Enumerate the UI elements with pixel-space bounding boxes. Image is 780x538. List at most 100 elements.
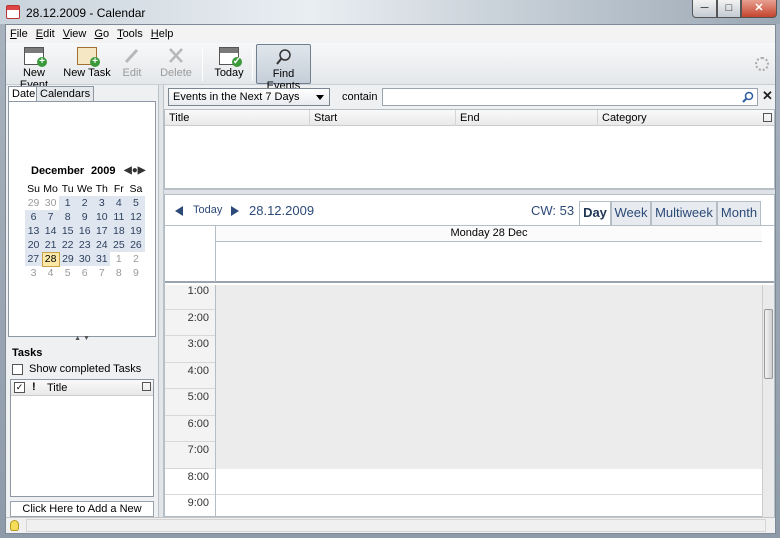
nav-today-link[interactable]: Today <box>193 204 222 216</box>
minimonth-day[interactable]: 2 <box>127 252 145 266</box>
next-day-icon[interactable] <box>231 206 239 216</box>
minimonth-day[interactable]: 7 <box>93 266 111 280</box>
hour-slot[interactable] <box>215 309 762 336</box>
day-column-label[interactable]: Monday 28 Dec <box>215 226 762 242</box>
delete-button[interactable]: Delete <box>156 44 196 84</box>
minimonth-day[interactable]: 22 <box>59 238 77 252</box>
completed-column-icon[interactable]: ✓ <box>14 382 25 393</box>
hour-slot[interactable] <box>215 495 762 518</box>
hour-row[interactable]: 8:00 <box>165 468 762 495</box>
all-day-area[interactable] <box>215 242 762 282</box>
tab-calendars[interactable]: Calendars <box>36 86 95 101</box>
new-event-button[interactable]: + New Event <box>8 44 60 91</box>
column-end[interactable]: End <box>456 110 598 126</box>
minimonth-day[interactable]: 3 <box>25 266 43 280</box>
title-bar[interactable]: 28.12.2009 - Calendar ─ □ ✕ <box>0 0 780 24</box>
column-start[interactable]: Start <box>310 110 456 126</box>
event-list[interactable]: Title Start End Category <box>164 109 775 189</box>
minimonth-day[interactable]: 29 <box>59 252 77 266</box>
today-button[interactable]: ✓ Today <box>209 44 249 84</box>
minimonth-day[interactable]: 21 <box>42 238 60 252</box>
hour-slot[interactable] <box>215 336 762 363</box>
minimonth-day[interactable]: 17 <box>93 224 111 238</box>
minimonth-day[interactable]: 27 <box>25 252 43 266</box>
new-task-button[interactable]: + New Task <box>62 44 112 84</box>
menu-go[interactable]: Go <box>90 25 113 43</box>
hour-slot[interactable] <box>215 389 762 416</box>
minimonth-day[interactable]: 24 <box>93 238 111 252</box>
title-column[interactable]: Title <box>47 382 67 394</box>
sidebar-scroll-arrows[interactable]: ▲ ▼ <box>8 335 156 343</box>
minimonth-day[interactable]: 12 <box>127 210 145 224</box>
event-filter-select[interactable]: Events in the Next 7 Days <box>168 88 330 106</box>
vertical-scrollbar[interactable] <box>762 285 774 518</box>
search-icon[interactable] <box>742 91 754 103</box>
menu-edit[interactable]: Edit <box>32 25 59 43</box>
minimonth-day[interactable]: 1 <box>110 252 128 266</box>
minimonth-day[interactable]: 28 <box>41 251 60 267</box>
minimonth-day[interactable]: 5 <box>127 196 145 210</box>
scrollbar-thumb[interactable] <box>764 309 773 379</box>
minimonth-day[interactable]: 19 <box>127 224 145 238</box>
priority-column[interactable]: ! <box>32 381 36 393</box>
minimonth-month[interactable]: December <box>31 165 84 177</box>
minimonth-day[interactable]: 2 <box>76 196 94 210</box>
minimonth-day[interactable]: 26 <box>127 238 145 252</box>
hour-row[interactable]: 1:00 <box>165 285 762 310</box>
tab-date[interactable]: Date <box>8 86 40 102</box>
minimonth-day[interactable]: 23 <box>76 238 94 252</box>
next-month-icon[interactable]: ▶ <box>138 165 146 176</box>
edit-button[interactable]: Edit <box>116 44 148 84</box>
checkbox-icon[interactable] <box>12 363 23 375</box>
minimonth-day[interactable]: 31 <box>93 252 111 266</box>
minimonth-day[interactable]: 3 <box>93 196 111 210</box>
column-category[interactable]: Category <box>598 110 758 126</box>
hour-slot[interactable] <box>215 362 762 389</box>
hour-row[interactable]: 6:00 <box>165 415 762 442</box>
hour-slot[interactable] <box>215 468 762 495</box>
tab-week[interactable]: Week <box>611 201 651 225</box>
column-picker-icon[interactable] <box>142 382 151 391</box>
minimonth-day[interactable]: 6 <box>76 266 94 280</box>
hour-slot[interactable] <box>215 285 762 310</box>
task-list[interactable]: ✓ ! Title <box>10 379 154 497</box>
search-input[interactable] <box>382 88 758 106</box>
minimonth-day[interactable]: 9 <box>127 266 145 280</box>
hour-row[interactable]: 4:00 <box>165 362 762 389</box>
minimonth-day[interactable]: 30 <box>76 252 94 266</box>
minimonth-day[interactable]: 14 <box>42 224 60 238</box>
minimonth-day[interactable]: 9 <box>76 210 94 224</box>
menu-help[interactable]: Help <box>147 25 178 43</box>
menu-file[interactable]: File <box>6 25 32 43</box>
minimonth-day[interactable]: 10 <box>93 210 111 224</box>
column-picker-icon[interactable] <box>763 113 772 122</box>
maximize-button[interactable]: □ <box>717 0 741 18</box>
minimonth-day[interactable]: 1 <box>59 196 77 210</box>
previous-day-icon[interactable] <box>175 206 183 216</box>
minimonth-day[interactable]: 16 <box>76 224 94 238</box>
hour-row[interactable]: 9:00 <box>165 495 762 518</box>
hour-row[interactable]: 7:00 <box>165 442 762 469</box>
close-search-icon[interactable]: ✕ <box>762 88 773 104</box>
tab-multiweek[interactable]: Multiweek <box>651 201 717 225</box>
minimonth-day[interactable]: 15 <box>59 224 77 238</box>
minimonth-day[interactable]: 29 <box>25 196 43 210</box>
hour-slot[interactable] <box>215 415 762 442</box>
minimonth-day[interactable]: 30 <box>42 196 60 210</box>
hour-row[interactable]: 3:00 <box>165 336 762 363</box>
minimonth-year[interactable]: 2009 <box>91 165 115 177</box>
minimonth-day[interactable]: 7 <box>42 210 60 224</box>
minimonth-day[interactable]: 25 <box>110 238 128 252</box>
menu-view[interactable]: View <box>59 25 91 43</box>
minimonth-day[interactable]: 20 <box>25 238 43 252</box>
column-title[interactable]: Title <box>165 110 310 126</box>
prev-month-icon[interactable]: ◀ <box>124 165 132 176</box>
minimonth-day[interactable]: 13 <box>25 224 43 238</box>
minimize-button[interactable]: ─ <box>692 0 717 18</box>
find-events-button[interactable]: Find Events <box>256 44 311 92</box>
minimonth-day[interactable]: 8 <box>110 266 128 280</box>
tab-month[interactable]: Month <box>717 201 761 225</box>
minimonth-day[interactable]: 6 <box>25 210 43 224</box>
minimonth-day[interactable]: 4 <box>110 196 128 210</box>
add-new-task-field[interactable]: Click Here to Add a New Task <box>10 501 154 529</box>
